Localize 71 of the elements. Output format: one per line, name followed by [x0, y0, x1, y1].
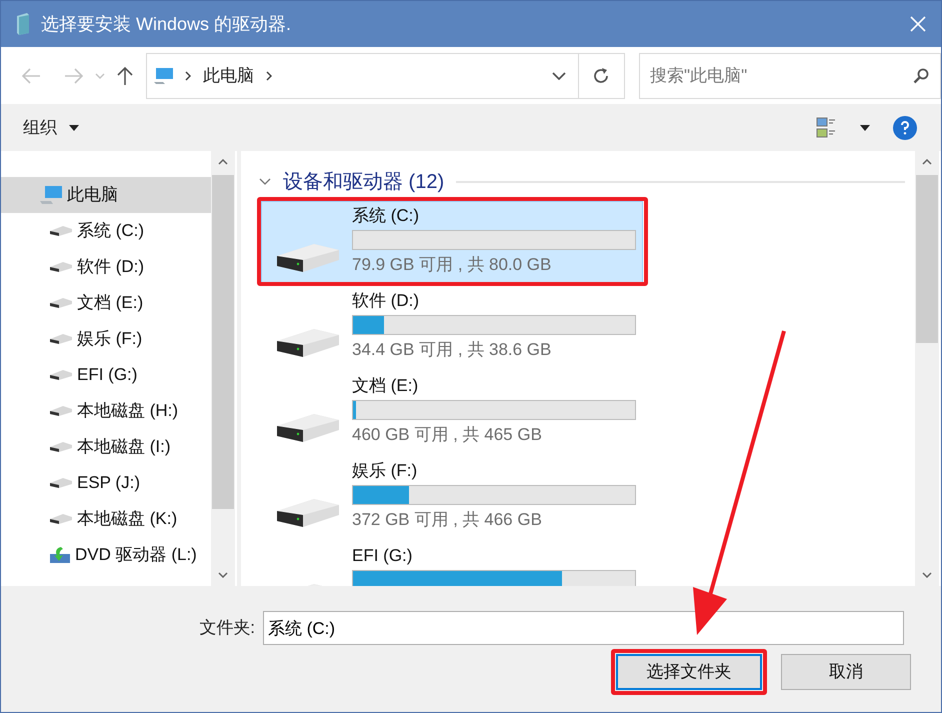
refresh-button[interactable]	[578, 52, 626, 98]
computer-icon	[39, 185, 63, 205]
tree-item[interactable]: 娱乐 (F:)	[1, 321, 211, 357]
left-arrow-icon	[20, 68, 41, 84]
tree-item[interactable]: ESP (J:)	[1, 465, 211, 501]
refresh-icon	[592, 66, 610, 84]
tree-item[interactable]: 本地磁盘 (K:)	[1, 501, 211, 537]
drive-icon	[49, 441, 73, 453]
chevron-right-icon	[266, 70, 272, 80]
dialog-button[interactable]: 选择文件夹	[616, 654, 762, 690]
drive-icon	[49, 477, 73, 489]
drive-name: 娱乐 (F:)	[352, 460, 418, 482]
drive-free-space: 34.4 GB 可用 , 共 38.6 GB	[352, 339, 552, 361]
drive-item[interactable]: 文档 (E:) 460 GB 可用 , 共 465 GB	[261, 371, 643, 453]
chevron-right-icon	[184, 70, 191, 80]
dropdown-caret-icon	[69, 124, 79, 130]
search-icon	[913, 68, 930, 84]
app-icon	[15, 13, 31, 35]
view-button[interactable]	[815, 116, 837, 140]
drive-free-space: 372 GB 可用 , 共 466 GB	[352, 509, 543, 531]
drive-name: 文档 (E:)	[352, 375, 420, 397]
tree-item[interactable]: 系统 (C:)	[1, 213, 211, 249]
dialog-button[interactable]: 取消	[781, 654, 911, 690]
drive-item[interactable]: 系统 (C:) 79.9 GB 可用 , 共 80.0 GB	[261, 201, 643, 283]
drive-free-space: 460 GB 可用 , 共 465 GB	[352, 424, 543, 446]
drive-name: 软件 (D:)	[352, 290, 420, 312]
tree-item[interactable]: 本地磁盘 (I:)	[1, 429, 211, 465]
folder-input[interactable]: 系统 (C:)	[263, 611, 904, 645]
chevron-down-icon	[552, 72, 566, 80]
folder-label: 文件夹:	[198, 617, 256, 640]
drive-icon	[49, 405, 73, 417]
view-icon	[816, 116, 836, 138]
drive-free-space: 79.9 GB 可用 , 共 80.0 GB	[352, 254, 552, 276]
drive-icon	[49, 333, 73, 345]
drive-icon	[49, 513, 73, 525]
question-mark-icon	[900, 120, 910, 134]
scroll-up-icon	[218, 159, 228, 165]
right-arrow-icon	[64, 68, 84, 84]
collapse-chevron-icon[interactable]	[259, 178, 271, 186]
close-icon	[910, 16, 926, 32]
tree-item[interactable]: EFI (G:)	[1, 357, 211, 393]
help-button[interactable]	[893, 116, 917, 140]
address-bar[interactable]: 此电脑	[146, 52, 579, 98]
drive-icon	[49, 225, 73, 237]
tree-item[interactable]: 本地磁盘 (H:)	[1, 393, 211, 429]
window-title: 选择要安装 Windows 的驱动器.	[41, 12, 292, 36]
drive-name: EFI (G:)	[352, 545, 414, 567]
tree-item[interactable]: DVD 驱动器 (L:)	[1, 537, 211, 573]
organize-menu[interactable]: 组织	[23, 114, 79, 140]
scroll-down-icon	[922, 572, 932, 578]
computer-icon	[152, 66, 175, 84]
tree-item[interactable]: 软件 (D:)	[1, 249, 211, 285]
scroll-down-icon	[218, 572, 228, 578]
drive-icon	[49, 297, 73, 309]
drive-name: 系统 (C:)	[352, 205, 420, 227]
scroll-up-icon	[922, 159, 932, 165]
drive-item[interactable]: 软件 (D:) 34.4 GB 可用 , 共 38.6 GB	[261, 286, 643, 368]
search-field[interactable]: 搜索"此电脑"	[639, 52, 942, 98]
dvd-drive-icon	[49, 546, 71, 564]
up-arrow-icon	[117, 66, 134, 86]
group-header: 设备和驱动器 (12)	[283, 170, 444, 195]
breadcrumb-item[interactable]: 此电脑	[202, 62, 254, 88]
scrollbar-thumb[interactable]	[916, 175, 938, 343]
drive-item[interactable]: 娱乐 (F:) 372 GB 可用 , 共 466 GB	[261, 456, 643, 538]
scrollbar-thumb[interactable]	[212, 175, 234, 509]
chevron-down-icon	[94, 72, 105, 78]
drive-icon	[49, 261, 73, 273]
dropdown-caret-icon	[860, 124, 870, 130]
tree-item[interactable]: 此电脑	[1, 177, 211, 213]
tree-item[interactable]: 文档 (E:)	[1, 285, 211, 321]
drive-icon	[49, 369, 73, 381]
